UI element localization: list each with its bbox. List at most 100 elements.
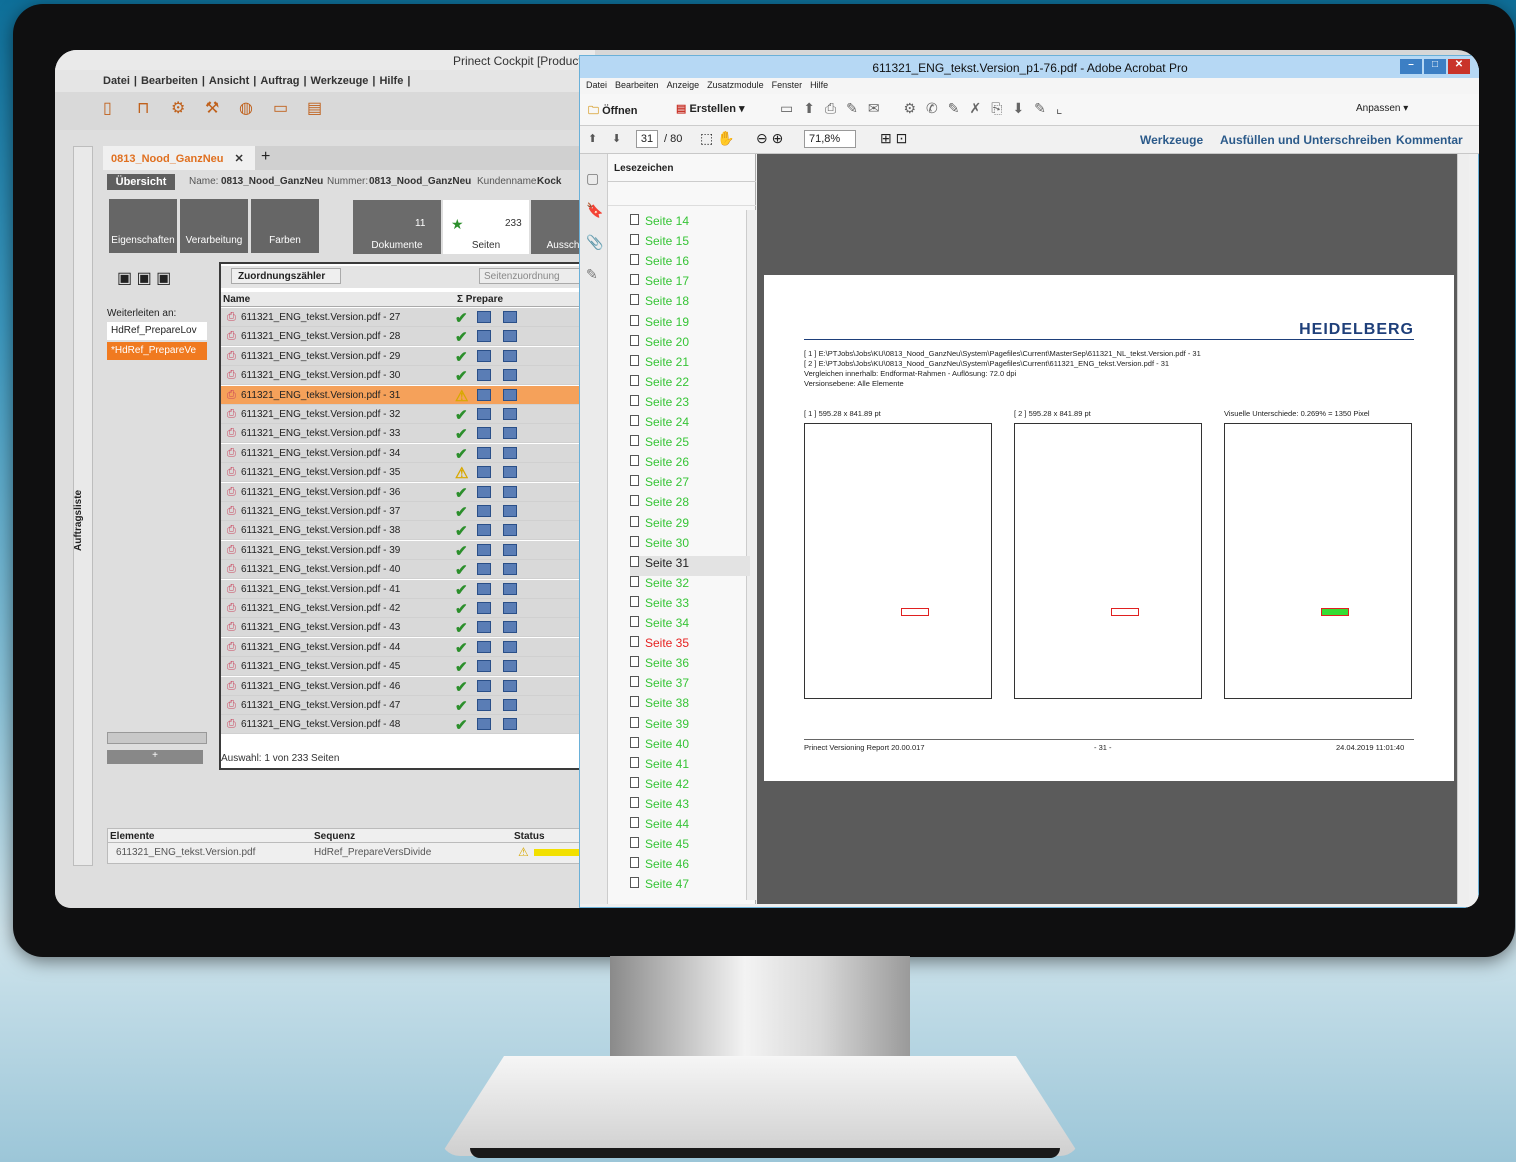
tab-werkzeuge[interactable]: Werkzeuge bbox=[1140, 133, 1203, 147]
preview-icon[interactable] bbox=[503, 446, 517, 459]
table-row[interactable]: ⎙ 611321_ENG_tekst.Version.pdf - 29 ✔ bbox=[221, 346, 595, 366]
bookmark-item[interactable]: Seite 45 bbox=[630, 837, 750, 857]
table-row[interactable]: ⎙ 611321_ENG_tekst.Version.pdf - 44 ✔ bbox=[221, 637, 595, 657]
bookmark-item[interactable]: Seite 28 bbox=[630, 495, 750, 515]
preview-icon[interactable] bbox=[503, 466, 517, 479]
preview-icon[interactable] bbox=[477, 388, 491, 401]
close-window-button[interactable]: ✕ bbox=[1448, 59, 1470, 74]
preview-icon[interactable] bbox=[503, 388, 517, 401]
menu-auftrag[interactable]: Auftrag bbox=[260, 75, 299, 87]
preview-icon[interactable] bbox=[503, 699, 517, 711]
preview-icon[interactable] bbox=[477, 485, 491, 498]
bookmark-item[interactable]: Seite 41 bbox=[630, 756, 750, 777]
bookmark-item[interactable]: Seite 26 bbox=[630, 455, 750, 475]
menu-bearbeiten[interactable]: Bearbeiten bbox=[141, 75, 198, 87]
preview-icon[interactable] bbox=[477, 621, 491, 634]
preview-icon[interactable] bbox=[477, 311, 491, 323]
tab-ausfuellen[interactable]: Ausfüllen und Unterschreiben bbox=[1220, 133, 1391, 147]
fit-icons[interactable]: ⊞ ⊡ bbox=[880, 130, 907, 147]
add-tab-button[interactable]: + bbox=[261, 146, 281, 170]
bookmark-item[interactable]: Seite 17 bbox=[630, 274, 750, 294]
close-icon[interactable]: ✕ bbox=[235, 153, 244, 165]
bookmark-item[interactable]: Seite 15 bbox=[630, 234, 750, 254]
preview-icon[interactable] bbox=[503, 408, 517, 420]
zoom-input[interactable]: 71,8% bbox=[804, 130, 856, 148]
zoom-buttons[interactable]: ⊖ ⊕ bbox=[756, 130, 783, 147]
menu-datei[interactable]: Datei bbox=[103, 75, 130, 87]
preview-icon[interactable] bbox=[477, 369, 491, 382]
preview-icon[interactable] bbox=[503, 349, 517, 362]
bookmark-item[interactable]: Seite 29 bbox=[630, 515, 750, 536]
preview-icon[interactable] bbox=[477, 466, 491, 479]
preview-icon[interactable] bbox=[477, 699, 491, 711]
bookmark-item[interactable]: Seite 34 bbox=[630, 616, 750, 636]
ref-item-1[interactable]: HdRef_PrepareLov bbox=[107, 322, 207, 340]
table-row[interactable]: ⎙ 611321_ENG_tekst.Version.pdf - 43 ✔ bbox=[221, 618, 595, 638]
bookmark-item[interactable]: Seite 14 bbox=[630, 214, 750, 234]
table-row[interactable]: ⎙ 611321_ENG_tekst.Version.pdf - 27 ✔ bbox=[221, 308, 595, 327]
preview-icon[interactable] bbox=[503, 485, 517, 498]
tools-icon[interactable]: ⚒ bbox=[205, 98, 239, 118]
farben-button[interactable]: Farben bbox=[251, 199, 319, 253]
table-row[interactable]: ⎙ 611321_ENG_tekst.Version.pdf - 46 ✔ bbox=[221, 676, 595, 696]
left-scrollbar[interactable] bbox=[107, 732, 207, 744]
tab-kommentar[interactable]: Kommentar bbox=[1396, 133, 1463, 147]
preview-icon[interactable] bbox=[477, 408, 491, 420]
bookmark-item[interactable]: Seite 39 bbox=[630, 716, 750, 737]
report-icon[interactable]: ▤ bbox=[307, 98, 341, 118]
elem-element[interactable]: 611321_ENG_tekst.Version.pdf bbox=[116, 847, 255, 858]
tab-uebersicht[interactable]: Übersicht bbox=[107, 174, 175, 190]
col-elemente[interactable]: Elemente bbox=[110, 831, 154, 842]
acro-menu-datei[interactable]: Datei bbox=[586, 80, 607, 90]
nav-icons[interactable]: ▢ 🔖 📎 ✎ bbox=[580, 154, 607, 298]
bookmark-item[interactable]: Seite 35 bbox=[630, 636, 750, 656]
bookmark-item[interactable]: Seite 47 bbox=[630, 877, 750, 897]
col-prepare[interactable]: Σ Prepare bbox=[457, 294, 503, 305]
preview-icon[interactable] bbox=[477, 446, 491, 459]
table-row[interactable]: ⎙ 611321_ENG_tekst.Version.pdf - 30 ✔ bbox=[221, 366, 595, 386]
preview-icon[interactable] bbox=[477, 640, 491, 653]
col-sequenz[interactable]: Sequenz bbox=[314, 831, 355, 842]
bookmark-item[interactable]: Seite 37 bbox=[630, 676, 750, 696]
preview-icon[interactable] bbox=[503, 369, 517, 382]
bookmark-item[interactable]: Seite 19 bbox=[630, 314, 750, 335]
page-down-icon[interactable]: ⬇ bbox=[612, 132, 621, 145]
table-row[interactable]: ⎙ 611321_ENG_tekst.Version.pdf - 38 ✔ bbox=[221, 521, 595, 541]
table-row[interactable]: ⎙ 611321_ENG_tekst.Version.pdf - 48 ✔ bbox=[221, 715, 595, 735]
maximize-button[interactable]: □ bbox=[1424, 59, 1446, 74]
preview-icon[interactable] bbox=[477, 563, 491, 576]
preview-icon[interactable] bbox=[503, 660, 517, 673]
bookmark-item[interactable]: Seite 33 bbox=[630, 595, 750, 616]
open-button[interactable]: 🗀 Öffnen bbox=[588, 102, 638, 121]
preview-icon[interactable] bbox=[503, 602, 517, 614]
preview-icon[interactable] bbox=[477, 602, 491, 614]
preview-icon[interactable] bbox=[503, 543, 517, 556]
preview-icon[interactable] bbox=[477, 582, 491, 595]
bookmark-tools[interactable] bbox=[608, 182, 756, 206]
bookmark-item[interactable]: Seite 27 bbox=[630, 475, 750, 495]
table-row[interactable]: ⎙ 611321_ENG_tekst.Version.pdf - 47 ✔ bbox=[221, 696, 595, 715]
bookmark-item[interactable]: Seite 30 bbox=[630, 535, 750, 556]
table-row[interactable]: ⎙ 611321_ENG_tekst.Version.pdf - 37 ✔ bbox=[221, 502, 595, 521]
preview-icon[interactable] bbox=[503, 718, 517, 731]
page-number-input[interactable]: 31 bbox=[636, 130, 658, 148]
acro-menu-zusatzmodule[interactable]: Zusatzmodule bbox=[707, 80, 764, 90]
step-seiten[interactable]: ★ 233 Seiten bbox=[443, 200, 529, 254]
bookmark-item[interactable]: Seite 38 bbox=[630, 696, 750, 716]
stack-icon[interactable]: ⊓ bbox=[137, 98, 171, 118]
settings-icon[interactable]: ⚙ bbox=[171, 98, 205, 118]
filter-icons[interactable]: ▣ ▣ ▣ bbox=[117, 268, 171, 288]
minimize-button[interactable]: – bbox=[1400, 59, 1422, 74]
bookmark-item[interactable]: Seite 31 bbox=[630, 555, 750, 576]
bookmark-item[interactable]: Seite 32 bbox=[630, 575, 750, 596]
table-row[interactable]: ⎙ 611321_ENG_tekst.Version.pdf - 35 ⚠ bbox=[221, 463, 595, 483]
document-icon[interactable]: ▭ bbox=[273, 98, 307, 118]
globe-icon[interactable]: ◍ bbox=[239, 98, 273, 118]
bookmark-item[interactable]: Seite 25 bbox=[630, 435, 750, 455]
menu-hilfe[interactable]: Hilfe bbox=[379, 75, 403, 87]
preview-icon[interactable] bbox=[477, 679, 491, 692]
verarbeitung-button[interactable]: Verarbeitung bbox=[180, 199, 248, 253]
bookmark-item[interactable]: Seite 21 bbox=[630, 354, 750, 375]
elem-sequenz[interactable]: HdRef_PrepareVersDivide bbox=[314, 847, 431, 858]
preview-icon[interactable] bbox=[503, 582, 517, 595]
